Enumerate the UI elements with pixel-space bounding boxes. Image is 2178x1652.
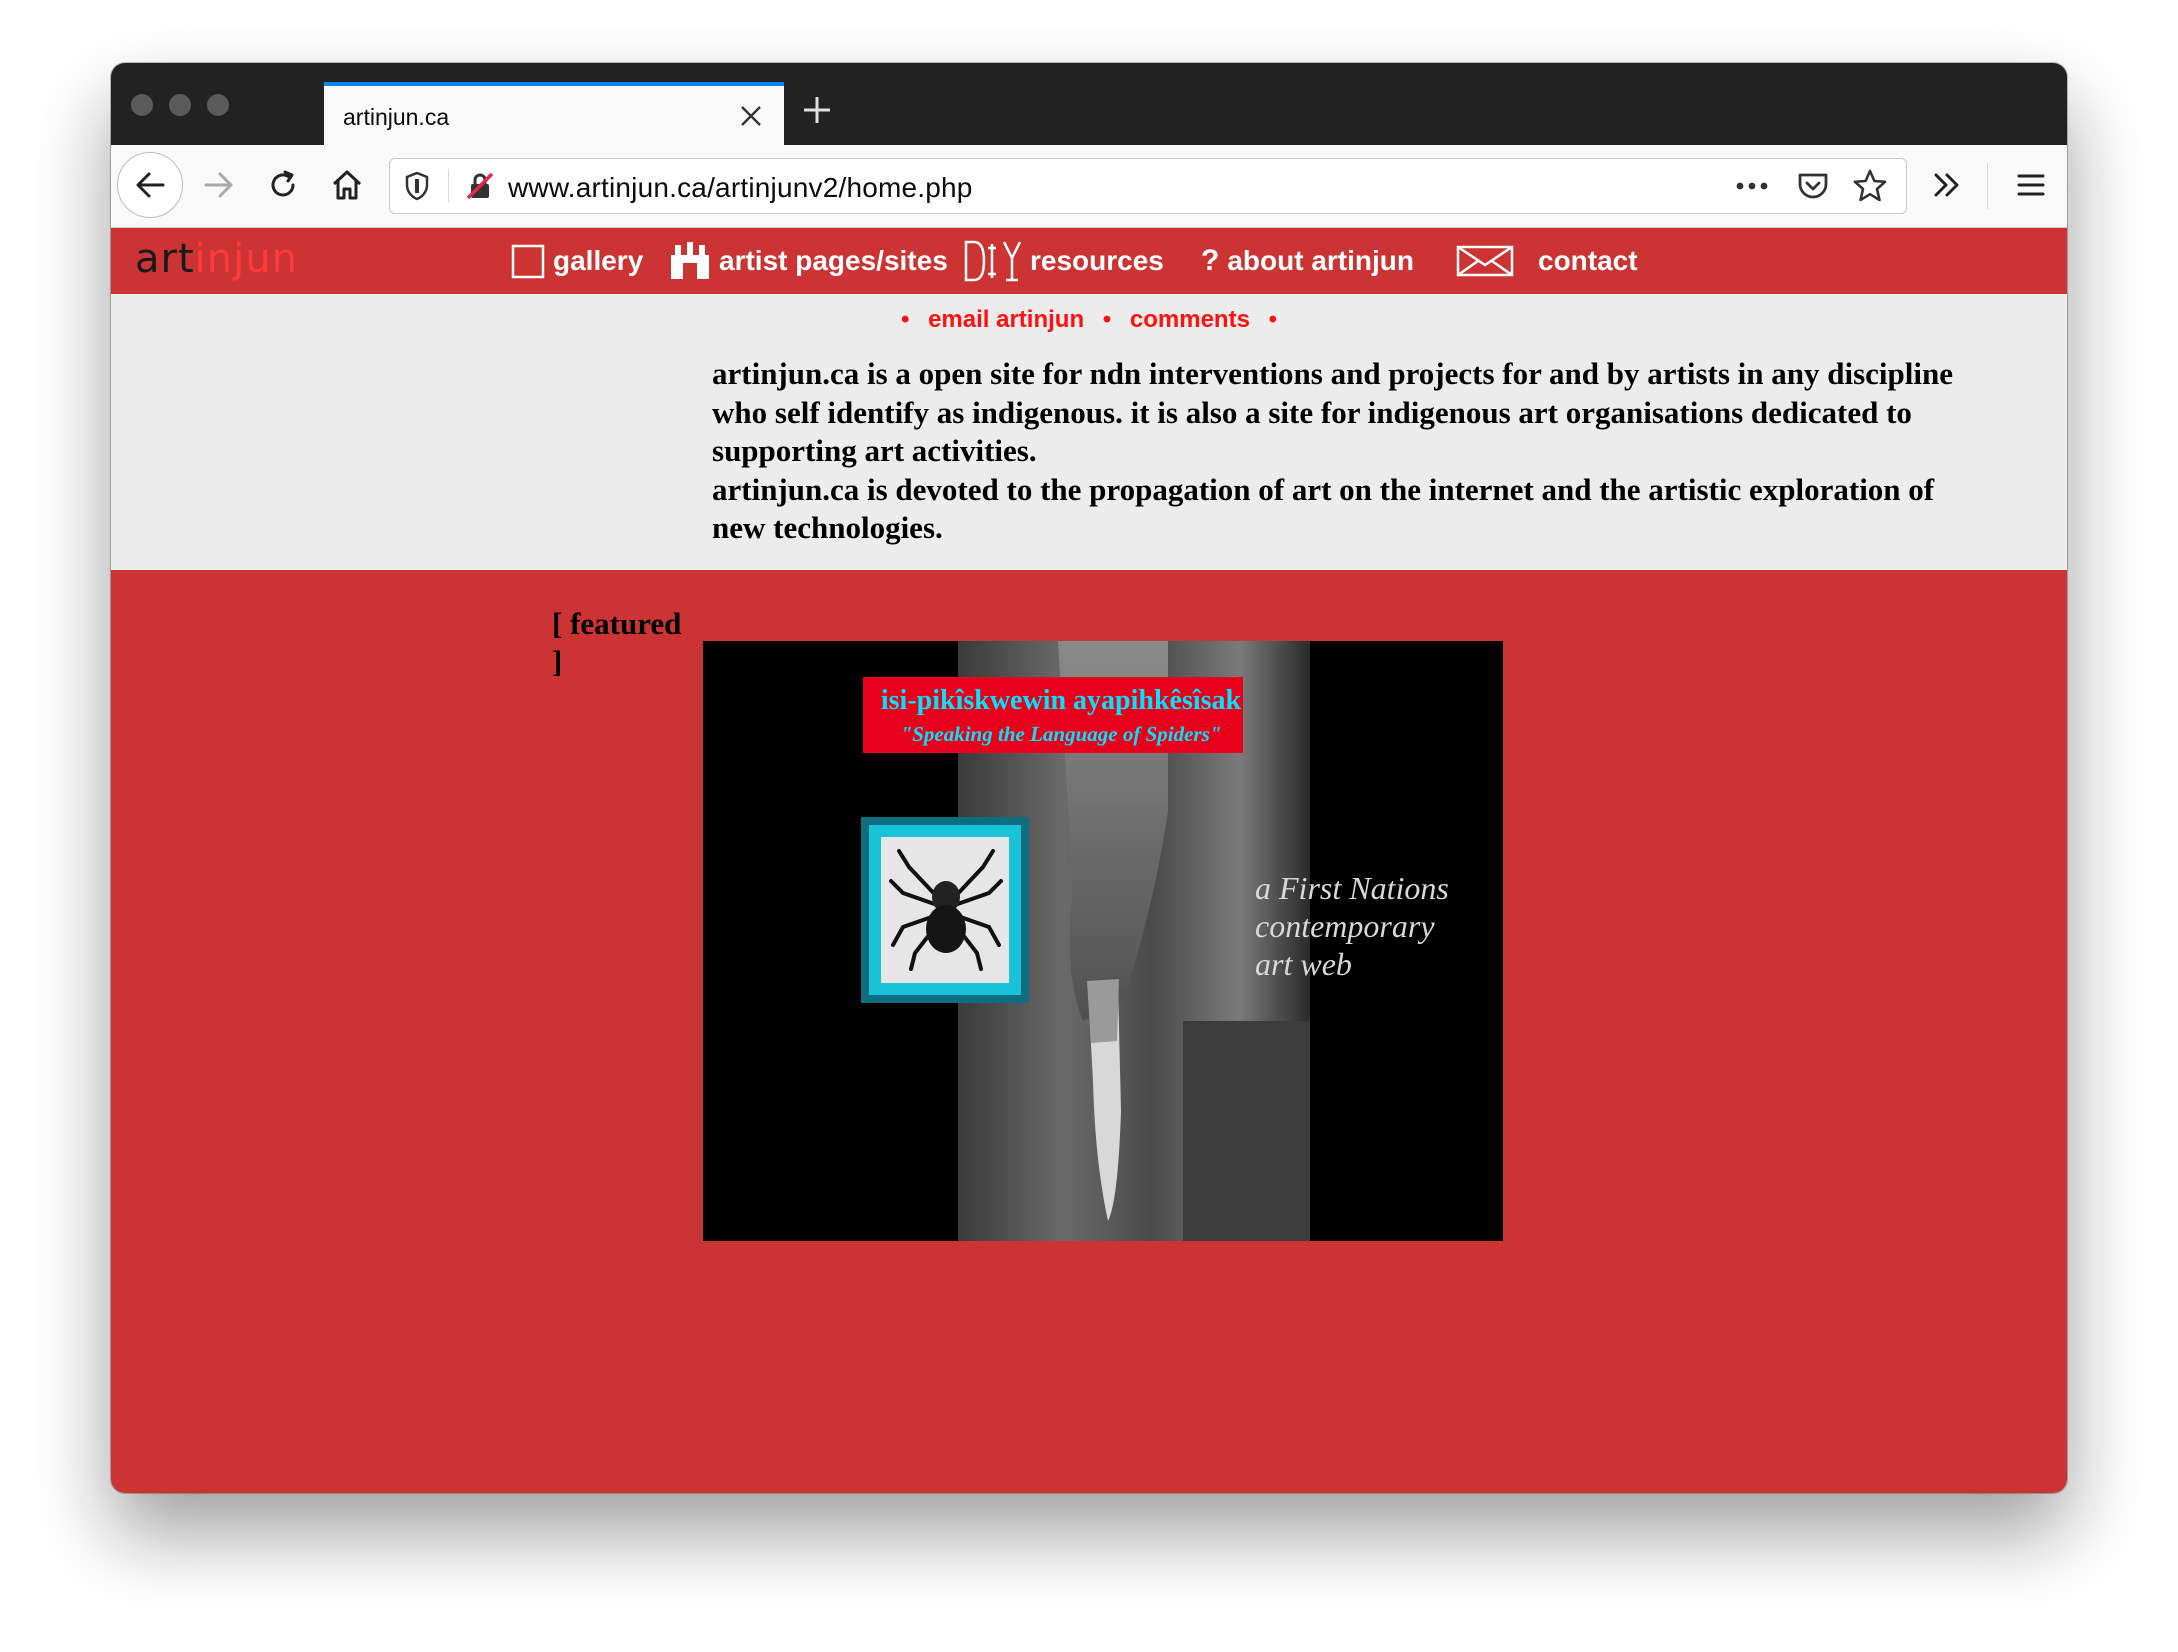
forward-button[interactable]	[189, 155, 249, 215]
nav-gallery[interactable]: gallery	[511, 242, 643, 280]
close-window-icon[interactable]	[131, 94, 153, 116]
featured-label: [ featured ]	[552, 606, 682, 679]
intro-paragraph: artinjun.ca is devoted to the propagatio…	[712, 471, 1935, 546]
sub-nav: • email artinjun • comments •	[111, 306, 2067, 334]
subnav-bullet: •	[1102, 306, 1112, 333]
subnav-bullet: •	[1268, 306, 1277, 333]
site-logo[interactable]: artinjun	[135, 236, 298, 282]
people-icon	[669, 241, 711, 281]
nav-contact[interactable]: contact	[1456, 242, 1638, 280]
bookmark-star-icon[interactable]	[1852, 168, 1888, 209]
reload-button[interactable]	[253, 155, 313, 215]
home-icon	[332, 170, 362, 200]
reload-icon	[271, 170, 295, 197]
nav-toolbar: www.artinjun.ca/artinjunv2/home.php	[111, 145, 2067, 228]
nav-about-label: about artinjun	[1227, 245, 1414, 276]
site-nav-bar: artinjun gallery artist pages/sites reso…	[111, 228, 2067, 294]
shield-icon[interactable]	[404, 171, 430, 206]
tab-strip: artinjun.ca	[111, 63, 2067, 145]
page-actions-icon[interactable]	[1734, 172, 1770, 205]
page-content: artinjun gallery artist pages/sites reso…	[111, 228, 2067, 1493]
toolbar-divider	[1987, 163, 1988, 209]
browser-window: artinjun.ca www.artinjun.ca/artinjunv2/h…	[111, 63, 2067, 1493]
app-menu-button[interactable]	[2001, 155, 2061, 215]
intro-paragraph: artinjun.ca is a open site for ndn inter…	[712, 356, 1953, 468]
featured-caption-line: art web	[1255, 946, 1352, 982]
nav-about[interactable]: ? about artinjun	[1201, 242, 1414, 280]
url-separator	[448, 169, 449, 203]
minimize-window-icon[interactable]	[169, 94, 191, 116]
url-text[interactable]: www.artinjun.ca/artinjunv2/home.php	[508, 172, 973, 204]
back-arrow-icon	[136, 172, 165, 198]
featured-caption-line: a First Nations	[1255, 870, 1449, 906]
envelope-icon	[1456, 245, 1514, 277]
subnav-bullet: •	[901, 306, 910, 333]
nav-artist-pages-label: artist pages/sites	[719, 245, 948, 276]
nav-resources-label: resources	[1030, 245, 1164, 276]
subnav-comments-link[interactable]: comments	[1130, 306, 1250, 333]
url-bar[interactable]: www.artinjun.ca/artinjunv2/home.php	[389, 158, 1907, 214]
back-button[interactable]	[117, 152, 183, 218]
home-button[interactable]	[317, 155, 377, 215]
nav-gallery-label: gallery	[553, 245, 644, 276]
tab-active[interactable]: artinjun.ca	[324, 82, 784, 145]
featured-caption-line: contemporary	[1255, 908, 1435, 944]
new-tab-button[interactable]	[789, 85, 845, 141]
gallery-frame-icon	[511, 243, 545, 279]
featured-image[interactable]: isi-pikîskwewin ayapihkêsîsak "Speaking …	[703, 641, 1503, 1241]
subnav-email-link[interactable]: email artinjun	[928, 306, 1084, 333]
tools-icon	[962, 238, 1022, 284]
nav-contact-label: contact	[1538, 245, 1638, 276]
featured-section: [ featured ] isi-pikîskwewin ayapihkêsîs…	[111, 570, 2067, 1493]
nav-artist-pages[interactable]: artist pages/sites	[669, 242, 948, 280]
question-icon: ?	[1201, 244, 1220, 277]
pocket-icon[interactable]	[1796, 170, 1830, 207]
featured-image-subtitle: "Speaking the Language of Spiders"	[901, 722, 1222, 746]
maximize-window-icon[interactable]	[207, 94, 229, 116]
logo-part-art: art	[135, 236, 195, 282]
insecure-lock-icon[interactable]	[464, 170, 496, 207]
nav-resources[interactable]: resources	[962, 240, 1164, 282]
forward-arrow-icon	[204, 172, 233, 198]
intro-text: artinjun.ca is a open site for ndn inter…	[712, 355, 1962, 548]
tab-title: artinjun.ca	[343, 104, 450, 130]
hamburger-icon	[2017, 174, 2045, 196]
double-chevron-icon	[1934, 173, 1959, 197]
featured-image-title: isi-pikîskwewin ayapihkêsîsak	[881, 685, 1242, 716]
logo-part-injun: injun	[194, 236, 298, 282]
tab-close-icon[interactable]	[738, 95, 764, 136]
featured-image-art: isi-pikîskwewin ayapihkêsîsak "Speaking …	[703, 641, 1503, 1241]
overflow-menu-button[interactable]	[1917, 155, 1977, 215]
